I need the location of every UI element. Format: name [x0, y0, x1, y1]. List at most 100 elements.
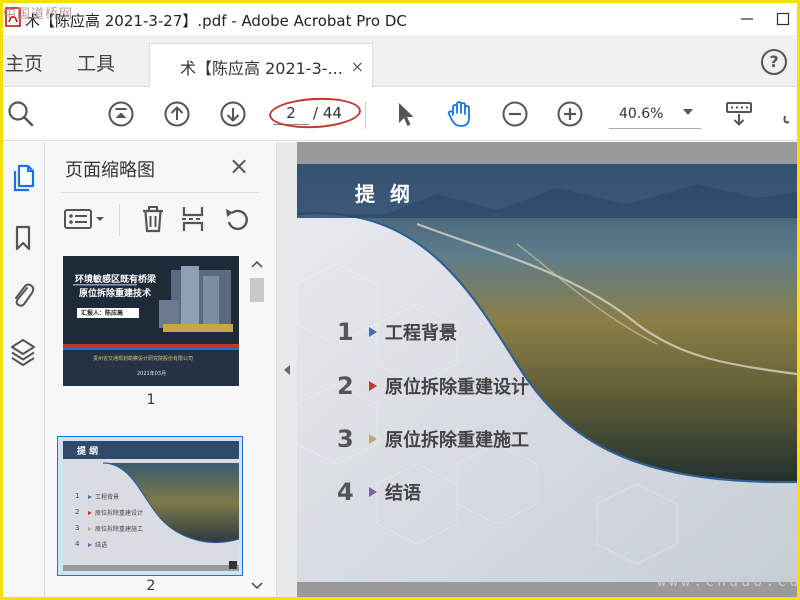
- chevron-left-icon: [284, 364, 290, 375]
- plus-circle-icon: [557, 101, 583, 127]
- page-thumbnails-panel: 页面缩略图 × 环境敏感区既有桥梁 原位拆除重建技术 汇报人：陈应高 贵州省交通…: [45, 142, 277, 597]
- panel-title: 页面缩略图: [65, 160, 155, 181]
- page-thumbnails-button[interactable]: [7, 162, 39, 194]
- thumb1-date: 2021年03月: [137, 371, 167, 377]
- slide-page-2: 提 纲 1 工程背景 2 原位拆除重建设计 3 原位拆除重建施工 4 结语: [297, 164, 797, 582]
- options-list-icon: [64, 209, 104, 229]
- minus-circle-icon: [502, 101, 528, 127]
- search-zoom-button[interactable]: [5, 98, 37, 130]
- outline-text: 结语: [385, 483, 421, 504]
- triangle-marker-icon: [369, 487, 377, 497]
- window-title: 术【陈应高 2021-3-27】.pdf - Adobe Acrobat Pro…: [25, 12, 407, 30]
- document-tab-label: 术【陈应高 2021-3-...: [180, 59, 343, 78]
- cursor-arrow-icon: [399, 103, 414, 126]
- attachments-button[interactable]: [7, 278, 39, 310]
- zoom-in-button[interactable]: [554, 98, 586, 130]
- scroll-down-arrow[interactable]: [251, 580, 263, 592]
- panel-collapse-splitter[interactable]: [277, 142, 297, 597]
- thumbnail-scrollbar[interactable]: [247, 254, 267, 594]
- magnifier-icon: [8, 101, 34, 127]
- thumb2-item-num-4: 4: [75, 540, 80, 548]
- toolbar-separator: [365, 101, 366, 129]
- thumb2-item-text-3: 原位拆除重建施工: [95, 526, 144, 533]
- thumb1-number: 1: [146, 392, 156, 408]
- trash-icon: [143, 206, 163, 233]
- outline-item-1: 1 工程背景: [337, 318, 457, 346]
- tab-home[interactable]: 主页: [5, 49, 43, 76]
- more-tools-button[interactable]: [775, 98, 795, 130]
- watermark-top-left: 中国道桥网: [3, 7, 74, 22]
- minimize-button[interactable]: [729, 7, 765, 31]
- panel-divider: [61, 192, 259, 193]
- page-thumbnail-2[interactable]: 提 纲 1 工程背景 2 原位拆除重建设计 3 原位拆除重建施工 4 结语: [63, 441, 239, 571]
- outline-item-4: 4 结语: [337, 478, 421, 506]
- zoom-level-dropdown[interactable]: 40.6%: [609, 103, 701, 129]
- first-page-icon: [108, 101, 134, 127]
- current-page-input[interactable]: [273, 101, 309, 125]
- tab-document[interactable]: 术【陈应高 2021-3-... ×: [149, 43, 373, 87]
- scroll-mode-button[interactable]: [723, 98, 755, 130]
- thumb2-title: 提 纲: [77, 447, 99, 457]
- thumb2-item-num-2: 2: [75, 508, 80, 516]
- thumbnail-options-button[interactable]: [61, 202, 111, 236]
- chevron-down-icon: [683, 109, 693, 115]
- maximize-button[interactable]: [765, 7, 797, 31]
- outline-number: 1: [337, 318, 354, 346]
- chevron-down-icon: [251, 582, 263, 590]
- first-page-button[interactable]: [105, 98, 137, 130]
- title-bar: 术【陈应高 2021-3-27】.pdf - Adobe Acrobat Pro…: [3, 3, 797, 35]
- select-tool-button[interactable]: [389, 98, 421, 130]
- outline-text: 原位拆除重建设计: [385, 377, 529, 398]
- triangle-marker-icon: [369, 327, 377, 337]
- split-pages-button[interactable]: [173, 202, 213, 236]
- scroll-up-arrow[interactable]: [251, 258, 263, 270]
- acrobat-window: 术【陈应高 2021-3-27】.pdf - Adobe Acrobat Pro…: [3, 3, 797, 597]
- thumb2-item-num-1: 1: [75, 492, 80, 500]
- layers-button[interactable]: [7, 336, 39, 368]
- split-page-icon: [182, 207, 204, 231]
- bookmarks-button[interactable]: [7, 222, 39, 254]
- previous-page-button[interactable]: [161, 98, 193, 130]
- page-thumbnail-1[interactable]: 环境敏感区既有桥梁 原位拆除重建技术 汇报人：陈应高 贵州省交通规划勘察设计研究…: [63, 256, 239, 386]
- page-navigator: / 44: [273, 99, 359, 129]
- outline-number: 4: [337, 478, 354, 506]
- outline-slide-preview: [63, 441, 239, 571]
- outline-item-3: 3 原位拆除重建施工: [337, 425, 529, 453]
- zoom-out-button[interactable]: [499, 98, 531, 130]
- pen-icon: [783, 115, 790, 124]
- thumb1-presenter: 汇报人：陈应高: [81, 310, 124, 317]
- document-view[interactable]: 提 纲 1 工程背景 2 原位拆除重建设计 3 原位拆除重建施工 4 结语 ww…: [297, 142, 797, 597]
- hand-icon: [447, 101, 470, 127]
- triangle-marker-icon: [369, 434, 377, 444]
- maximize-icon: [776, 12, 790, 26]
- paperclip-icon: [15, 283, 35, 307]
- tab-tools[interactable]: 工具: [77, 49, 115, 76]
- zoom-level-value: 40.6%: [619, 106, 664, 122]
- triangle-marker-icon: [369, 381, 377, 391]
- chevron-up-icon: [251, 260, 263, 268]
- outline-number: 2: [337, 372, 354, 400]
- scrollbar-thumb[interactable]: [250, 278, 264, 302]
- thumb1-title-line2: 原位拆除重建技术: [79, 289, 152, 299]
- arrow-up-icon: [164, 101, 190, 127]
- outline-text: 原位拆除重建施工: [385, 430, 529, 451]
- bookmark-icon: [15, 225, 31, 251]
- navigation-rail: [3, 142, 45, 597]
- arrow-down-icon: [220, 101, 246, 127]
- thumb2-number: 2: [146, 578, 156, 594]
- panel-close-button[interactable]: ×: [229, 154, 249, 178]
- rotate-pages-button[interactable]: [217, 202, 257, 236]
- outline-number: 3: [337, 425, 354, 453]
- pages-icon: [13, 164, 35, 192]
- slide-title: 提 纲: [355, 182, 414, 206]
- delete-pages-button[interactable]: [133, 202, 173, 236]
- document-tab-close-button[interactable]: ×: [351, 57, 364, 76]
- outline-text: 工程背景: [385, 323, 457, 344]
- tab-row: 主页 工具 术【陈应高 2021-3-... × ?: [3, 35, 797, 87]
- help-button[interactable]: ?: [761, 49, 787, 75]
- hand-tool-button[interactable]: [444, 98, 476, 130]
- thumb2-item-text-2: 原位拆除重建设计: [95, 510, 144, 517]
- minimize-icon: [741, 18, 753, 20]
- thumbnail-list: 环境敏感区既有桥梁 原位拆除重建技术 汇报人：陈应高 贵州省交通规划勘察设计研究…: [57, 254, 255, 594]
- next-page-button[interactable]: [217, 98, 249, 130]
